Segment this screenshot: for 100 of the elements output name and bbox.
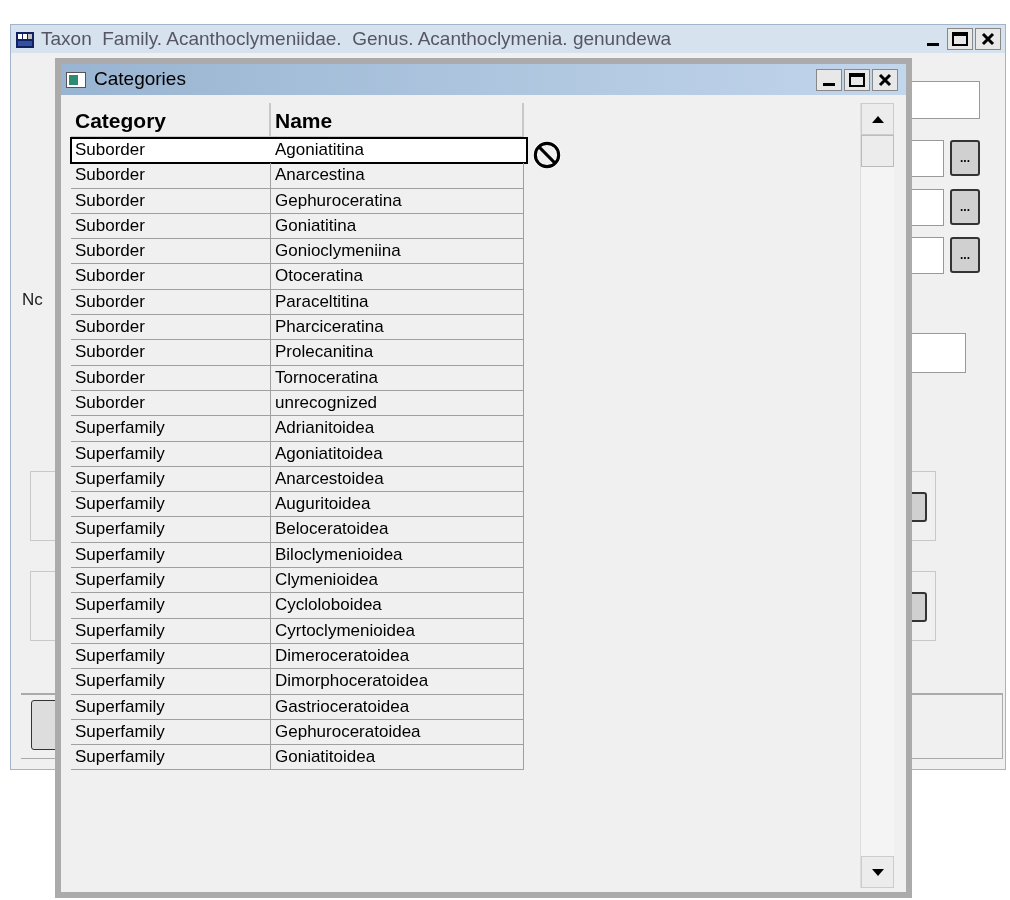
table-cell: Dimorphoceratoidea — [271, 669, 524, 695]
table-cell: Superfamily — [71, 517, 271, 543]
up-arrow-icon — [871, 115, 884, 123]
table-cell: Gephuroceratina — [271, 188, 524, 214]
table-cell: Suborder — [71, 315, 271, 341]
scroll-thumb[interactable] — [861, 135, 894, 167]
table-cell: Goniatitina — [271, 213, 524, 240]
table-cell: Gastrioceratoidea — [271, 694, 524, 720]
table-row[interactable]: Suborder Anarcestina — [71, 163, 526, 189]
column-header[interactable]: Name — [271, 103, 524, 138]
table-cell: Superfamily — [71, 669, 271, 695]
close-button[interactable] — [872, 68, 898, 91]
table-cell: Cycloloboidea — [271, 593, 524, 619]
table-cell: Superfamily — [71, 416, 271, 442]
table-row[interactable]: Superfamily Biloclymenioidea — [71, 542, 526, 569]
maximize-icon — [952, 32, 968, 46]
table-row[interactable]: Suborder Otoceratina — [71, 264, 526, 290]
vertical-scrollbar[interactable] — [860, 103, 894, 888]
table-cell: Suborder — [71, 213, 271, 240]
browse-button[interactable]: ... — [950, 140, 980, 176]
table-row[interactable]: Suborder Pharciceratina — [71, 315, 526, 341]
table-cell-text: Agoniatitina — [274, 139, 365, 161]
minimize-button[interactable] — [816, 68, 842, 91]
table-cell: Cyrtoclymenioidea — [271, 618, 524, 644]
table-row[interactable]: Superfamily Gephuroceratoidea — [71, 719, 526, 746]
table-cell: Adrianitoidea — [271, 416, 524, 442]
scroll-up-button[interactable] — [861, 103, 894, 135]
table-cell: Superfamily — [71, 694, 271, 720]
table-cell: Gephuroceratoidea — [271, 719, 524, 746]
minimize-icon — [823, 82, 835, 86]
table-cell: Superfamily — [71, 745, 271, 771]
table-cell: Prolecanitina — [271, 340, 524, 366]
scroll-down-button[interactable] — [861, 856, 894, 888]
table-cell: Clymenioidea — [271, 568, 524, 594]
table-cell: Superfamily — [71, 542, 271, 569]
window-title: Taxon Family. Acanthoclymeniidae. Genus. Acanthoclymenia. genundewa — [41, 27, 672, 51]
table-row[interactable]: Suborder Gephuroceratina — [71, 188, 526, 214]
table-cell-text: Suborder — [74, 139, 146, 161]
table-row[interactable]: Suborder Gonioclymeniina — [71, 239, 526, 265]
table-row[interactable]: Superfamily Goniatitoidea — [71, 745, 526, 771]
table-row[interactable]: Suborder Prolecanitina — [71, 340, 526, 366]
close-icon — [981, 32, 995, 46]
table-cell: Superfamily — [71, 466, 271, 493]
table-row[interactable]: Suborder Tornoceratina — [71, 365, 526, 391]
app-icon — [15, 31, 35, 49]
table-row[interactable]: Superfamily Beloceratoidea — [71, 517, 526, 543]
table-cell: Tornoceratina — [271, 365, 524, 391]
close-icon — [878, 72, 892, 87]
table-cell: unrecognized — [271, 390, 524, 417]
table-cell: Paraceltitina — [271, 289, 524, 316]
table-cell: Superfamily — [71, 719, 271, 746]
table-cell: Anarcestina — [271, 163, 524, 189]
dialog-title: Categories — [94, 67, 186, 92]
table-cell: Superfamily — [71, 441, 271, 467]
table-cell: Suborder — [71, 289, 271, 316]
table-cell: Suborder — [71, 340, 271, 366]
table-cell: Anarcestoidea — [271, 466, 524, 493]
maximize-button[interactable] — [947, 28, 973, 50]
table-row[interactable]: Superfamily Adrianitoidea — [71, 416, 526, 442]
table-row[interactable]: Superfamily Anarcestoidea — [71, 466, 526, 493]
table-row[interactable]: Suborder unrecognized — [71, 390, 526, 417]
table-row[interactable]: Superfamily Gastrioceratoidea — [71, 694, 526, 720]
table-row[interactable]: Suborder Paraceltitina — [71, 289, 526, 316]
minimize-icon — [927, 43, 939, 46]
table-cell: Suborder — [71, 390, 271, 417]
maximize-icon — [849, 72, 865, 87]
table-cell: Beloceratoidea — [271, 517, 524, 543]
close-button[interactable] — [975, 28, 1001, 50]
table-row[interactable]: Superfamily Dimeroceratoidea — [71, 643, 526, 670]
window-icon — [66, 71, 86, 88]
table-cell: Goniatitoidea — [271, 745, 524, 771]
maximize-button[interactable] — [844, 68, 870, 91]
table-cell: Pharciceratina — [271, 315, 524, 341]
table-row[interactable]: Suborder Agoniatitina — [71, 138, 527, 164]
browse-button[interactable]: ... — [950, 189, 980, 225]
field-label: Nc — [22, 289, 43, 311]
not-allowed-cursor-icon — [533, 141, 561, 169]
table-cell: Biloclymenioidea — [271, 542, 524, 569]
table-cell: Otoceratina — [271, 264, 524, 290]
table-cell: Superfamily — [71, 568, 271, 594]
table-row[interactable]: Suborder Goniatitina — [71, 213, 526, 240]
browse-button[interactable]: ... — [950, 237, 980, 273]
table-cell: Superfamily — [71, 643, 271, 670]
table-cell: Suborder — [71, 239, 271, 265]
table-row[interactable]: Superfamily Cyrtoclymenioidea — [71, 618, 526, 644]
table-cell: Superfamily — [71, 618, 271, 644]
table-row[interactable]: Superfamily Clymenioidea — [71, 568, 526, 594]
table-cell: Superfamily — [71, 593, 271, 619]
table-cell: Agoniatitoidea — [271, 441, 524, 467]
table-cell: Auguritoidea — [271, 492, 524, 518]
table-row[interactable]: Superfamily Agoniatitoidea — [71, 441, 526, 467]
table-cell: Gonioclymeniina — [271, 239, 524, 265]
table-row[interactable]: Superfamily Dimorphoceratoidea — [71, 669, 526, 695]
column-header[interactable]: Category — [71, 103, 271, 138]
table-row[interactable]: Superfamily Cycloloboidea — [71, 593, 526, 619]
down-arrow-icon — [871, 868, 884, 876]
table-cell: Superfamily — [71, 492, 271, 518]
table-cell: Suborder — [71, 188, 271, 214]
table-cell: Suborder — [71, 365, 271, 391]
table-row[interactable]: Superfamily Auguritoidea — [71, 492, 526, 518]
